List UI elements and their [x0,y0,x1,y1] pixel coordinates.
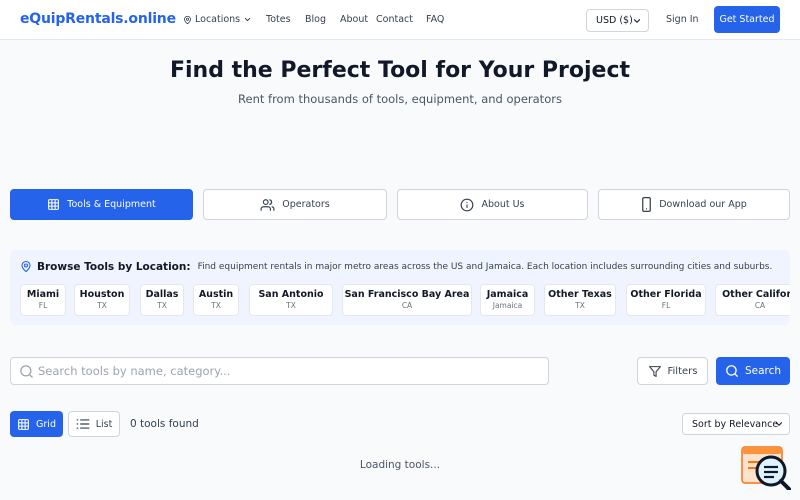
list-icon [76,419,90,429]
location-name: Jamaica [486,289,529,300]
location-region: TX [157,301,167,310]
nav-about[interactable]: About [340,14,368,25]
browse-location-title: Browse Tools by Location: [37,260,191,273]
map-pin-icon [21,260,31,273]
get-started-button[interactable]: Get Started [714,6,780,33]
location-chip-san-francisco-bay-area[interactable]: San Francisco Bay Area CA [342,284,472,316]
nav-contact[interactable]: Contact [376,14,413,25]
chat-support-widget[interactable] [741,446,791,491]
location-name: San Antonio [258,289,324,300]
loading-status: Loading tools... [359,459,441,471]
chat-search-icon [741,446,791,491]
tab-label: Operators [282,199,330,210]
sort-value: Sort by Relevance [692,418,779,430]
location-name: San Francisco Bay Area [344,289,470,300]
brand-logo[interactable]: eQuipRentals.online [20,11,176,27]
tab-label: Tools & Equipment [67,199,156,210]
location-region: TX [211,301,221,310]
location-region: CA [754,301,766,310]
location-region: Jamaica [492,301,523,310]
filters-label: Filters [667,365,698,377]
location-region: FL [661,301,671,310]
search-input[interactable] [38,364,538,378]
tab-tools-equipment[interactable]: Tools & Equipment [10,189,193,220]
hero-subtitle: Rent from thousands of tools, equipment,… [238,92,562,106]
search-icon [20,364,33,378]
search-button[interactable]: Search [716,357,790,385]
tab-about-us[interactable]: About Us [397,189,588,220]
phone-icon [642,197,652,212]
location-name: Houston [79,289,125,300]
search-bar [10,357,549,385]
chevron-down-icon [244,17,251,22]
location-name: Other Florida [630,289,702,300]
currency-select[interactable]: USD ($) [586,9,649,32]
location-region: FL [38,301,48,310]
nav-locations-dropdown[interactable]: Locations [183,14,252,25]
location-name: Dallas [145,289,179,300]
location-name: Miami [26,289,60,300]
browse-by-location-panel: Browse Tools by Location: Find equipment… [10,250,790,325]
location-chip-other-california[interactable]: Other Californ CA [715,284,790,316]
location-chip-san-antonio[interactable]: San Antonio TX [249,284,333,316]
list-view-label: List [95,418,113,430]
currency-value: USD ($) [596,15,633,26]
grid-icon [18,418,29,430]
list-view-button[interactable]: List [68,411,120,437]
location-chip-austin[interactable]: Austin TX [193,284,239,316]
sort-select[interactable]: Sort by Relevance [682,413,790,435]
location-region: TX [97,301,107,310]
chevron-down-icon [633,19,641,23]
results-count: 0 tools found [130,418,199,430]
nav-blog[interactable]: Blog [305,14,326,25]
nav-faq[interactable]: FAQ [426,14,444,25]
tab-label: Download our App [659,199,747,210]
search-button-label: Search [744,365,782,377]
location-name: Other Californ [722,289,790,300]
nav-totes[interactable]: Totes [266,14,291,25]
map-pin-icon [184,15,191,24]
tab-operators[interactable]: Operators [203,189,387,220]
filters-button[interactable]: Filters [637,357,708,385]
location-name: Other Texas [548,289,612,300]
location-region: TX [575,301,585,310]
grid-view-button[interactable]: Grid [10,411,63,437]
location-chip-miami[interactable]: Miami FL [20,284,66,316]
top-navbar: eQuipRentals.online Locations Totes Blog… [0,0,800,40]
filter-icon [648,365,661,377]
location-chip-houston[interactable]: Houston TX [74,284,130,316]
users-icon [260,198,275,211]
grid-icon [48,199,60,210]
location-region: TX [286,301,296,310]
location-region: CA [401,301,413,310]
location-chip-other-texas[interactable]: Other Texas TX [544,284,616,316]
hero-title: Find the Perfect Tool for Your Project [169,58,630,83]
search-icon [726,365,738,377]
tab-label: About Us [481,199,525,210]
grid-view-label: Grid [36,418,56,430]
tab-download-app[interactable]: Download our App [598,189,790,220]
sign-in-link[interactable]: Sign In [666,14,699,25]
chevron-down-icon [775,422,783,426]
location-name: Austin [198,289,234,300]
location-chip-jamaica[interactable]: Jamaica Jamaica [480,284,535,316]
nav-locations-label: Locations [195,14,241,25]
browse-location-header: Browse Tools by Location: Find equipment… [20,260,772,273]
location-chip-list: Miami FL Houston TX Dallas TX Austin TX … [20,284,790,316]
browse-location-description: Find equipment rentals in major metro ar… [197,261,773,272]
location-chip-other-florida[interactable]: Other Florida FL [626,284,706,316]
info-icon [461,198,474,211]
location-chip-dallas[interactable]: Dallas TX [140,284,184,316]
